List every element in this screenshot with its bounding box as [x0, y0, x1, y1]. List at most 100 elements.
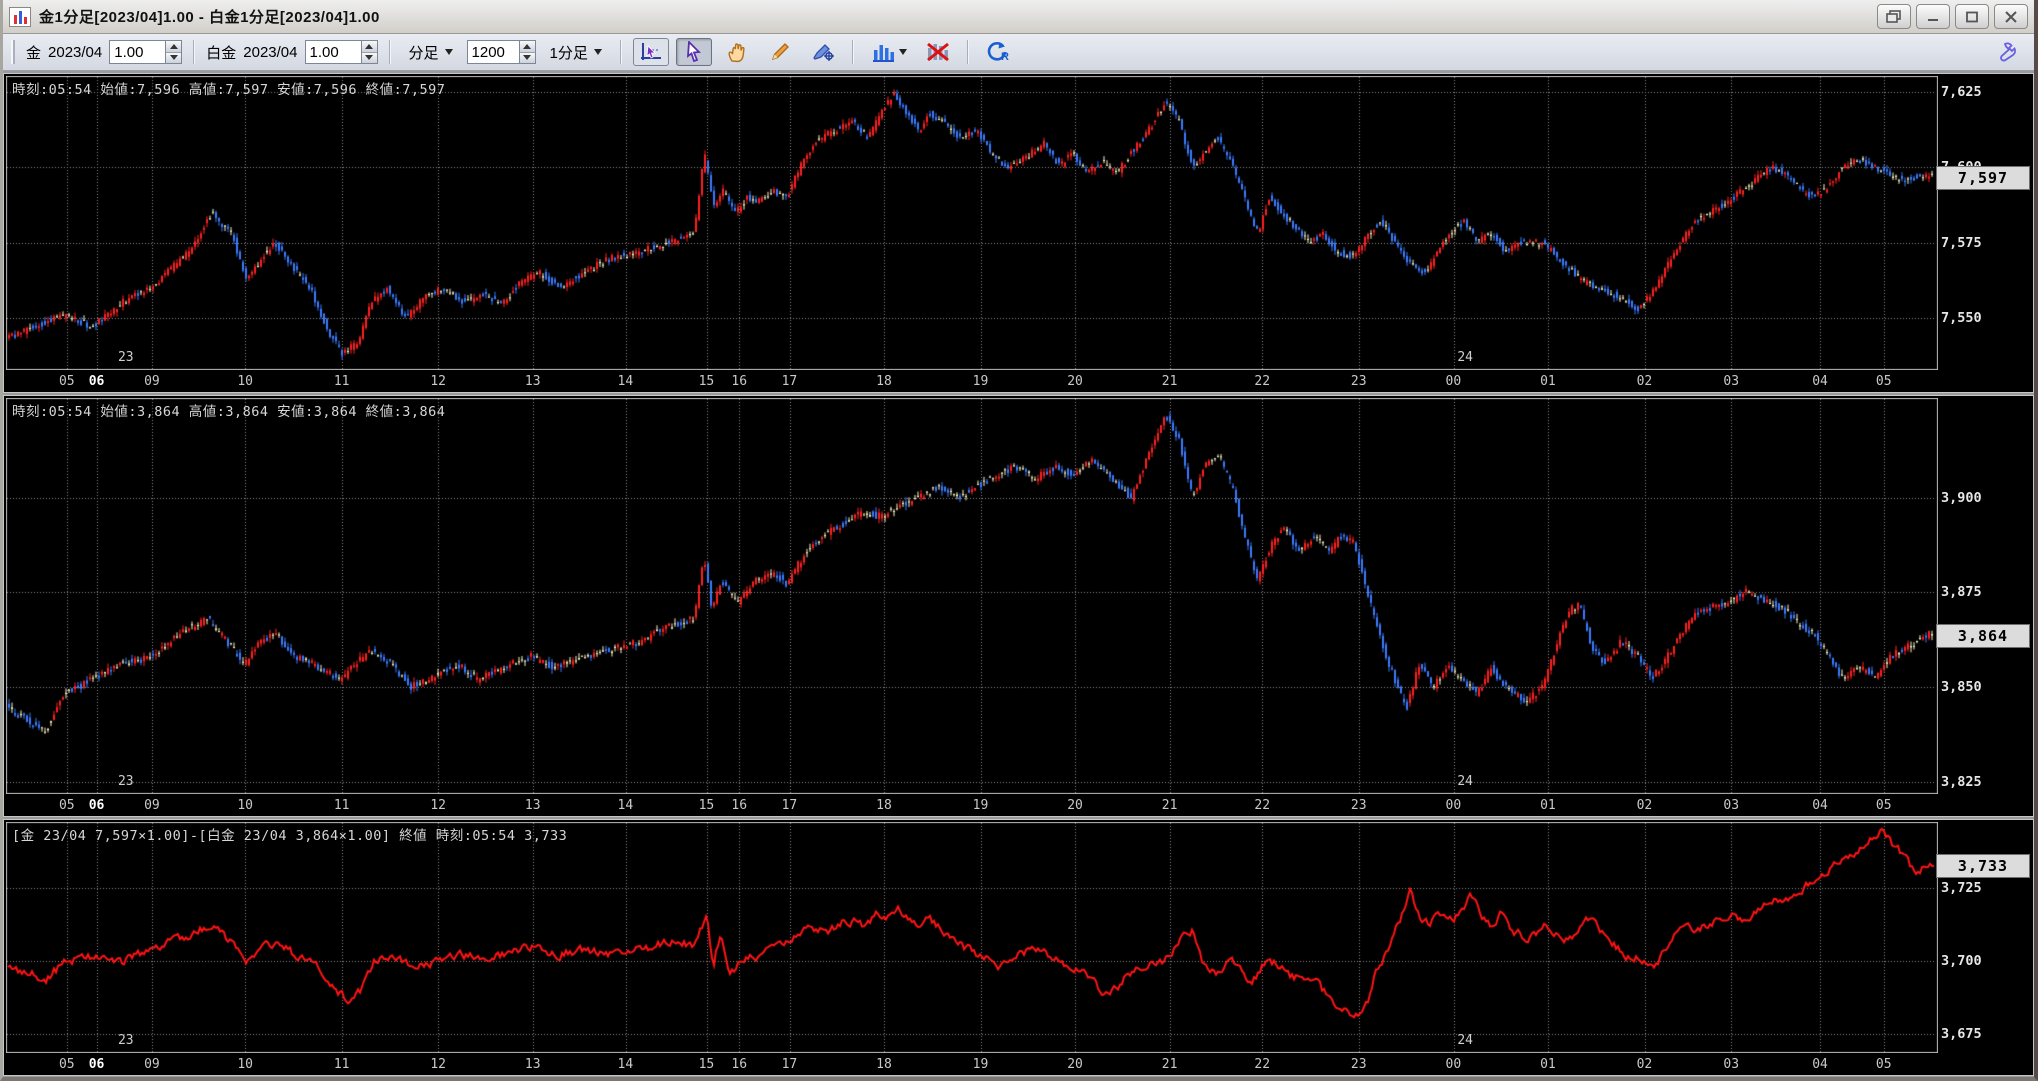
gold-chart-canvas[interactable]	[6, 76, 1938, 370]
day-marker-label: 24	[1457, 1033, 1474, 1048]
x-axis: 05 06 09 10 11 12 13 14 15 16 17 18 19 20 21 22 23 00 01 02…	[6, 1055, 1936, 1075]
cascade-window-button[interactable]	[1877, 4, 1911, 29]
period-type-dropdown[interactable]: 分足	[402, 39, 460, 65]
x-axis-label: 20	[1067, 374, 1083, 389]
gold-ohlc-info: 時刻:05:54 始値:7,596 高値:7,597 安値:7,596 終値:7…	[12, 82, 446, 98]
pencil-draw-button[interactable]	[762, 38, 798, 66]
platinum-multiplier-input[interactable]	[304, 40, 361, 64]
timeframe-dropdown[interactable]: 1分足	[543, 39, 609, 65]
x-axis-label: 09	[144, 1057, 160, 1072]
x-axis-label: 03	[1723, 1057, 1740, 1072]
y-axis-label: 3,675	[1941, 1026, 1982, 1043]
gold-mult-up-button[interactable]	[166, 41, 182, 52]
x-axis-label: 18	[876, 374, 892, 389]
x-axis-label: 20	[1067, 1057, 1083, 1072]
platinum-ohlc-info: 時刻:05:54 始値:3,864 高値:3,864 安値:3,864 終値:3…	[12, 404, 446, 420]
close-button[interactable]	[1994, 4, 2028, 29]
platinum-chart-panel: 時刻:05:54 始値:3,864 高値:3,864 安値:3,864 終値:3…	[3, 395, 2034, 817]
x-axis-label: 10	[237, 1057, 253, 1072]
app-window: 金1分足[2023/04]1.00 - 白金1分足[2023/04]1.00 金…	[0, 0, 2038, 1081]
bar-count-input[interactable]	[466, 40, 519, 64]
day-marker-label: 23	[117, 774, 134, 789]
x-axis-label: 17	[781, 1057, 798, 1072]
wrench-icon	[2000, 42, 2016, 62]
settings-wrench-button[interactable]	[1990, 38, 2026, 66]
spread-chart-canvas[interactable]	[6, 822, 1938, 1053]
x-axis-label: 00	[1445, 1057, 1462, 1072]
chevron-down-icon	[898, 49, 907, 55]
gold-month-value[interactable]: 2023/04	[48, 44, 102, 61]
marker-draw-button[interactable]	[805, 38, 841, 66]
y-axis-label: 3,900	[1941, 489, 1982, 506]
platinum-mult-up-button[interactable]	[361, 41, 377, 52]
y-axis-label: 3,825	[1941, 773, 1982, 790]
x-axis-label: 05	[58, 798, 75, 813]
x-axis-label: 14	[617, 1057, 634, 1072]
chevron-down-icon	[444, 49, 453, 55]
toolbar-separator	[851, 40, 854, 64]
x-axis-label: 16	[731, 374, 748, 389]
x-axis-label: 14	[617, 374, 634, 389]
x-axis-label: 09	[144, 374, 160, 389]
marker-icon	[813, 44, 834, 61]
toolbar-separator	[388, 40, 391, 64]
x-axis-label: 19	[972, 374, 989, 389]
select-cursor-button[interactable]	[675, 38, 712, 66]
x-axis-label: 18	[876, 1057, 892, 1072]
gold-mult-down-button[interactable]	[166, 51, 182, 63]
x-axis-label: 18	[876, 798, 892, 813]
x-axis-label: 22	[1254, 374, 1271, 389]
x-axis-label: 15	[698, 1057, 715, 1072]
x-axis-label: 21	[1161, 1057, 1178, 1072]
x-axis-label: 03	[1723, 374, 1740, 389]
refresh-button[interactable]: R	[980, 38, 1016, 66]
platinum-month-value[interactable]: 2023/04	[243, 44, 297, 61]
x-axis-label: 12	[430, 1057, 446, 1072]
toolbar-separator	[193, 40, 196, 64]
x-axis-label: 22	[1254, 1057, 1271, 1072]
platinum-chart-canvas[interactable]	[6, 398, 1938, 794]
day-marker-label: 23	[117, 350, 134, 365]
minimize-button[interactable]	[1916, 4, 1950, 29]
y-axis-label: 7,550	[1941, 309, 1982, 326]
spread-info: [金 23/04 7,597×1.00]-[白金 23/04 3,864×1.0…	[12, 828, 568, 844]
toolbar-grip[interactable]	[11, 40, 15, 64]
x-axis-label: 05	[58, 1057, 75, 1072]
platinum-mult-down-button[interactable]	[361, 51, 377, 63]
spread-chart-panel: [金 23/04 7,597×1.00]-[白金 23/04 3,864×1.0…	[3, 819, 2034, 1076]
title-bar[interactable]: 金1分足[2023/04]1.00 - 白金1分足[2023/04]1.00	[3, 0, 2034, 34]
x-axis-label: 06	[88, 374, 105, 389]
x-axis-label: 04	[1812, 374, 1828, 389]
refresh-icon: R	[987, 42, 1009, 63]
x-axis-label: 00	[1445, 374, 1462, 389]
delete-chart-button[interactable]	[920, 38, 956, 66]
bar-count-down-button[interactable]	[519, 51, 535, 63]
x-axis-label: 23	[1350, 374, 1367, 389]
chart-cursor-tool-button[interactable]	[632, 38, 669, 66]
y-axis-label: 7,625	[1941, 84, 1982, 101]
x-axis-label: 03	[1723, 798, 1740, 813]
chart-type-menu-button[interactable]	[865, 38, 913, 66]
svg-text:R: R	[1001, 51, 1009, 63]
platinum-multiplier-spinner	[304, 40, 378, 64]
bar-count-up-button[interactable]	[519, 41, 535, 52]
y-axis-label: 3,875	[1941, 584, 1982, 601]
x-axis-label: 23	[1350, 1057, 1367, 1072]
x-axis-label: 01	[1540, 374, 1556, 389]
y-axis-label: 3,700	[1941, 952, 1982, 969]
pencil-icon	[771, 43, 789, 61]
x-axis-label: 05	[58, 374, 75, 389]
x-axis-label: 04	[1812, 1057, 1828, 1072]
hand-pan-button[interactable]	[719, 38, 755, 66]
x-axis-label: 22	[1254, 798, 1271, 813]
y-axis-label: 3,850	[1941, 678, 1982, 695]
x-axis-label: 17	[781, 374, 798, 389]
x-axis-label: 13	[524, 1057, 541, 1072]
gold-multiplier-input[interactable]	[109, 40, 166, 64]
gold-label: 金	[26, 44, 42, 62]
gold-chart-panel: 時刻:05:54 始値:7,596 高値:7,597 安値:7,596 終値:7…	[3, 73, 2034, 393]
maximize-button[interactable]	[1955, 4, 1989, 29]
x-axis-label: 12	[430, 374, 446, 389]
x-axis-label: 21	[1161, 798, 1178, 813]
x-axis-label: 11	[333, 798, 350, 813]
